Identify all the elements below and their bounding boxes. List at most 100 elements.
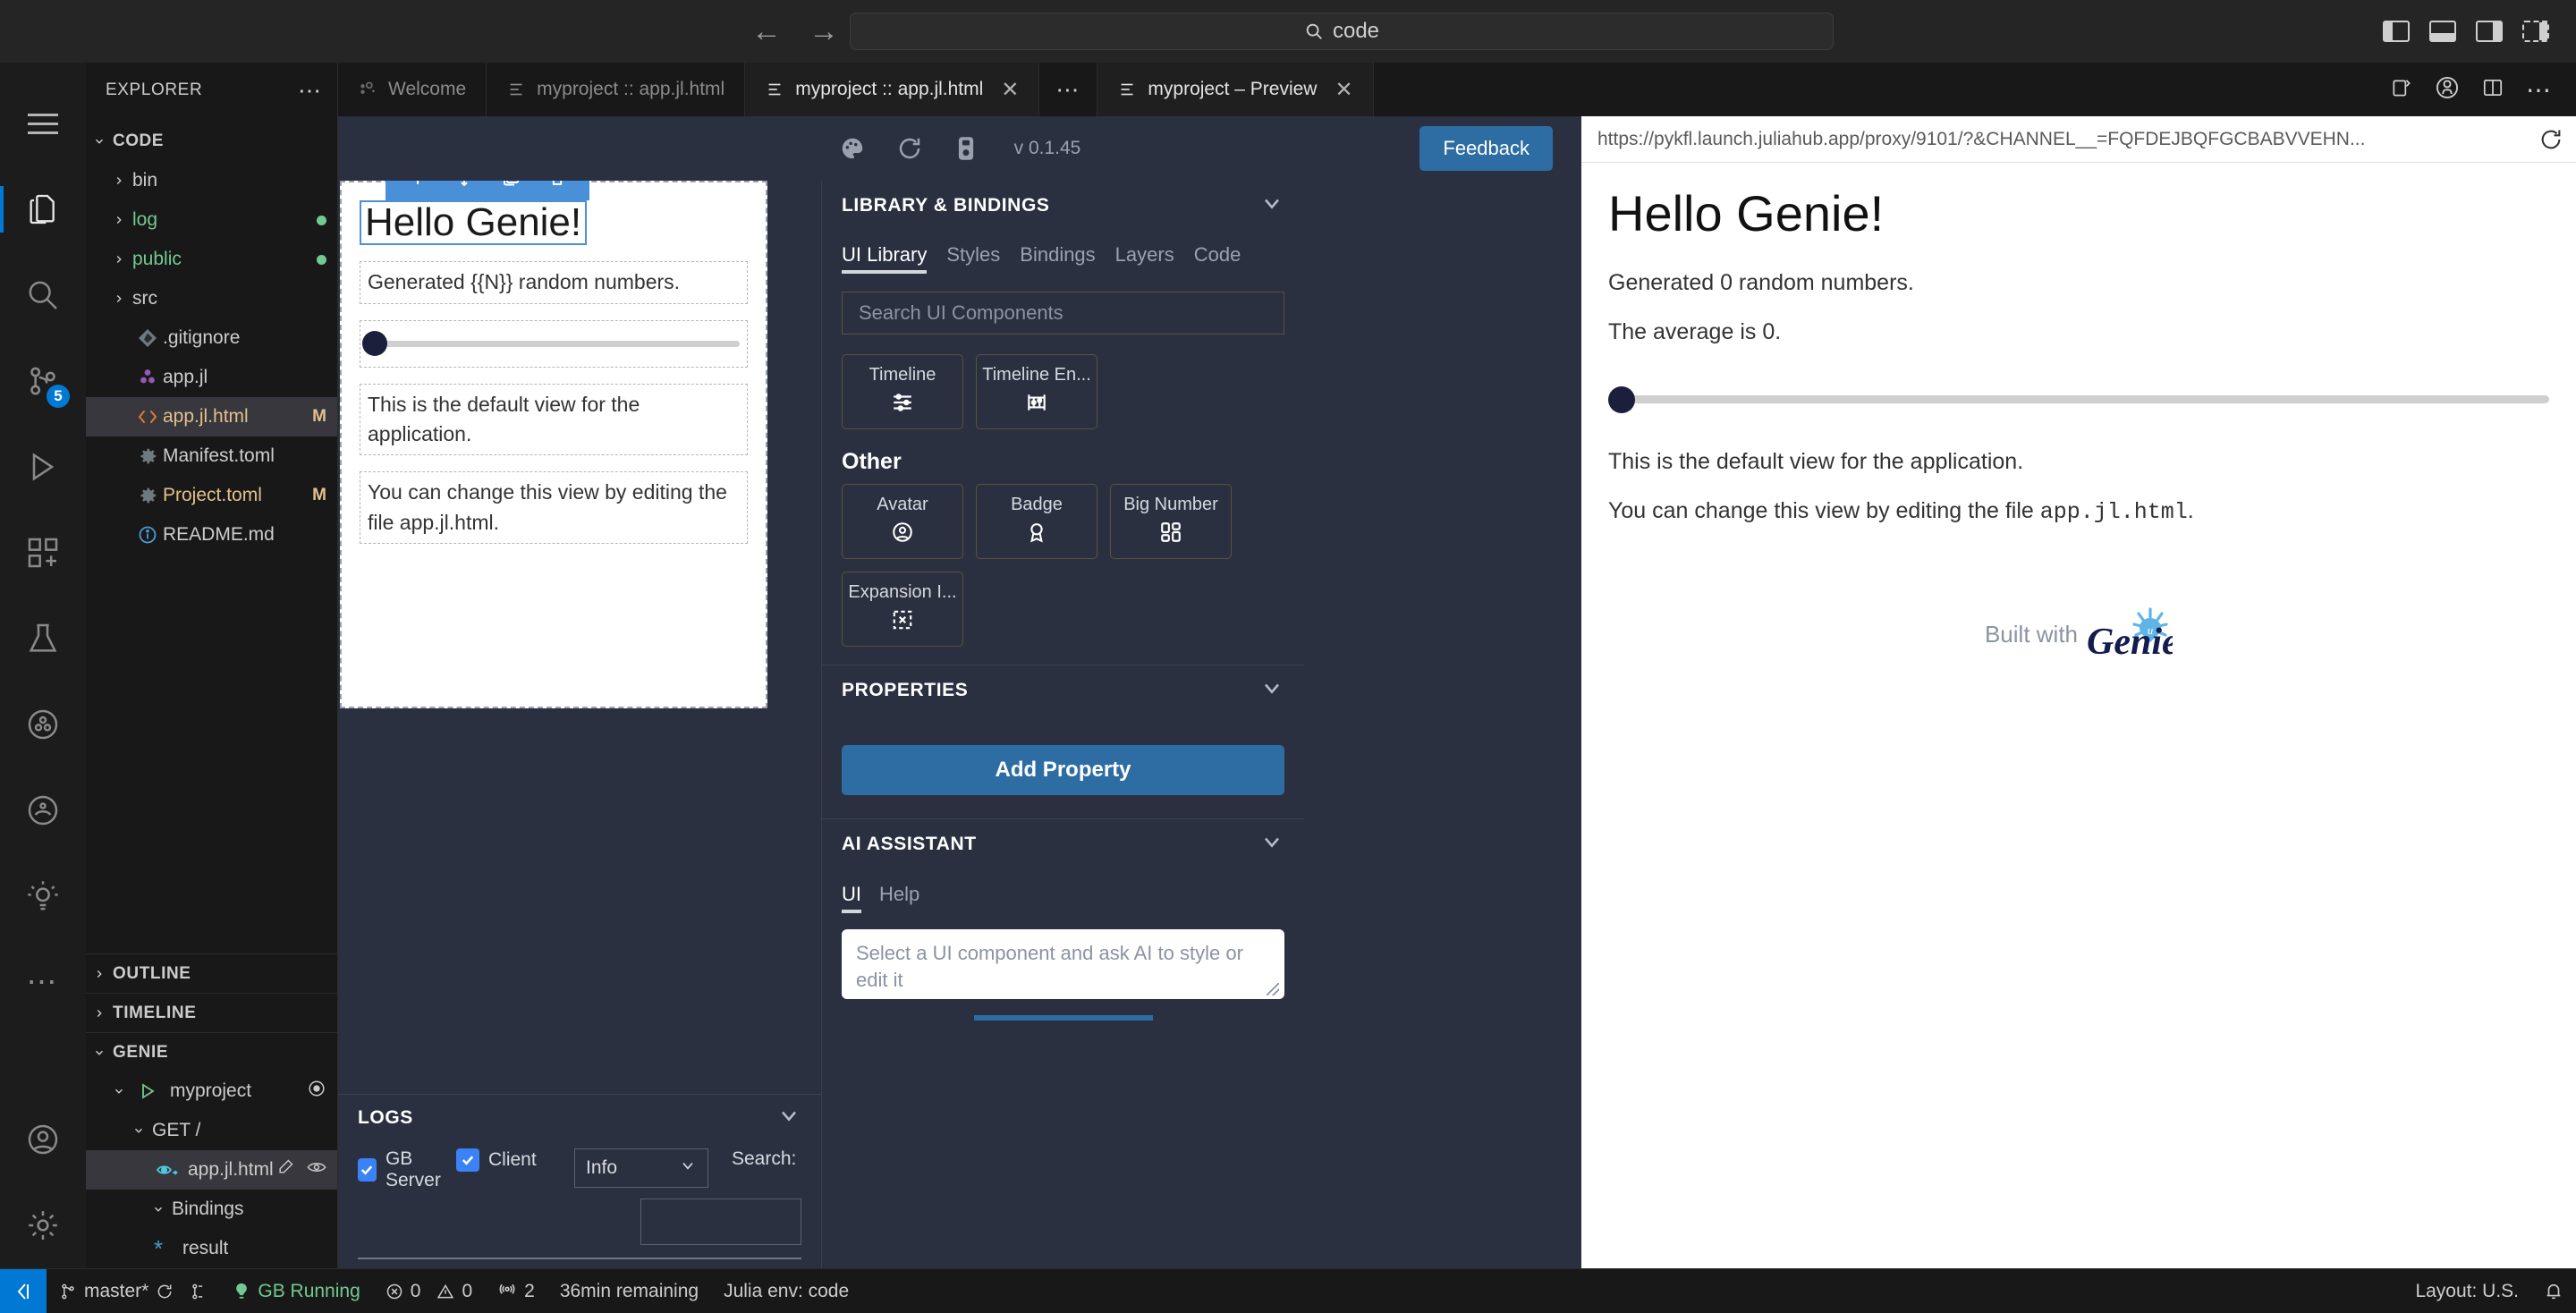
component-avatar[interactable]: Avatar	[842, 484, 963, 559]
sidebar-item-extensions[interactable]	[0, 510, 86, 596]
library-bindings-header[interactable]: LIBRARY & BINDINGS	[822, 181, 1304, 231]
tree-item-project-toml[interactable]: Project.toml M	[86, 476, 337, 515]
pencil-icon[interactable]	[276, 1158, 294, 1182]
tab-app-jl-html-1[interactable]: myproject :: app.jl.html	[487, 63, 746, 116]
chevron-down-icon[interactable]	[776, 1103, 801, 1133]
tree-item-app-jl[interactable]: app.jl	[86, 358, 337, 397]
arrow-up-icon[interactable]	[394, 181, 441, 195]
status-remaining[interactable]: 36min remaining	[547, 1269, 711, 1313]
sidebar-item-run-and-debug[interactable]	[0, 424, 86, 510]
genie-page-app-jl-html[interactable]: app.jl.html	[86, 1150, 337, 1190]
sidebar-item-search[interactable]	[0, 252, 86, 338]
tab-code[interactable]: Code	[1194, 243, 1241, 274]
genie-binding-result[interactable]: * result	[86, 1229, 337, 1268]
toggle-primary-sidebar-icon[interactable]	[2383, 21, 2410, 42]
log-level-select[interactable]: Info	[574, 1148, 708, 1188]
ai-assistant-header[interactable]: AI ASSISTANT	[822, 818, 1304, 868]
component-big-number[interactable]: Big Number	[1110, 484, 1232, 559]
checkbox-client[interactable]	[456, 1148, 479, 1172]
sidebar-item-more-views[interactable]: ⋯	[0, 939, 86, 1025]
tree-item-gitignore[interactable]: .gitignore	[86, 318, 337, 358]
tree-item-src[interactable]: src	[86, 279, 337, 318]
layout-icon[interactable]	[2481, 76, 2504, 104]
chevron-down-icon[interactable]	[1259, 191, 1284, 221]
status-gb-running[interactable]: GB Running	[220, 1269, 372, 1313]
toggle-secondary-sidebar-icon[interactable]	[2476, 21, 2503, 42]
feedback-button[interactable]: Feedback	[1419, 126, 1553, 171]
remote-window-icon[interactable]	[0, 1268, 47, 1313]
tree-item-app-jl-html[interactable]: app.jl.html M	[86, 397, 337, 436]
tab-myproject-preview[interactable]: myproject – Preview ✕	[1097, 63, 1374, 116]
arrow-left-icon[interactable]: ←	[751, 16, 782, 47]
canvas-block-default-view[interactable]: This is the default view for the applica…	[360, 383, 748, 456]
tree-item-log[interactable]: log	[86, 200, 337, 240]
preview-slider[interactable]	[1608, 385, 2549, 413]
status-julia-env[interactable]: Julia env: code	[711, 1269, 861, 1313]
tab-bindings[interactable]: Bindings	[1020, 243, 1095, 274]
component-timeline-entry[interactable]: Timeline En...	[976, 354, 1097, 429]
github-icon[interactable]	[2435, 75, 2460, 105]
canvas-block-change-view[interactable]: You can change this view by editing the …	[360, 471, 748, 544]
sidebar-item-julia-plots[interactable]	[0, 682, 86, 767]
sidebar-item-source-control[interactable]: 5	[0, 338, 86, 424]
tree-root-code[interactable]: CODE	[86, 122, 337, 161]
logs-search-input[interactable]	[640, 1199, 801, 1245]
properties-header[interactable]: PROPERTIES	[822, 665, 1304, 715]
status-keyboard-layout[interactable]: Layout: U.S.	[2402, 1269, 2531, 1313]
slider-thumb[interactable]	[362, 331, 387, 357]
status-problems[interactable]: 0 0	[373, 1269, 485, 1313]
tab-ai-ui[interactable]: UI	[842, 883, 861, 913]
record-icon[interactable]	[307, 1079, 326, 1104]
customize-layout-icon[interactable]	[2522, 21, 2549, 42]
arrow-right-icon[interactable]: →	[809, 16, 839, 47]
trash-icon[interactable]	[534, 181, 580, 195]
genie-bindings[interactable]: Bindings	[86, 1190, 337, 1229]
toggle-panel-icon[interactable]	[2429, 21, 2456, 42]
status-ports[interactable]: 2	[485, 1269, 547, 1313]
logs-header[interactable]: LOGS	[338, 1095, 821, 1141]
hamburger-menu-icon[interactable]	[0, 80, 86, 166]
tab-app-jl-html-2[interactable]: myproject :: app.jl.html ✕	[745, 63, 1040, 116]
component-expansion-item[interactable]: Expansion I...	[842, 572, 963, 647]
settings-button[interactable]	[0, 1182, 86, 1268]
split-editor-icon[interactable]	[2390, 76, 2413, 104]
tab-welcome[interactable]: Welcome	[338, 63, 487, 116]
close-icon[interactable]: ✕	[1335, 77, 1352, 103]
tree-item-readme-md[interactable]: README.md	[86, 515, 337, 555]
copy-icon[interactable]	[487, 181, 534, 195]
slider-thumb[interactable]	[1608, 385, 1635, 413]
genie-project-myproject[interactable]: myproject	[86, 1072, 337, 1111]
sidebar-item-testing[interactable]	[0, 596, 86, 682]
canvas-block-generated[interactable]: Generated {{N}} random numbers.	[360, 261, 748, 304]
preview-url[interactable]: https://pykfl.launch.juliahub.app/proxy/…	[1597, 129, 2528, 150]
command-center-search[interactable]: code	[850, 13, 1834, 50]
sidebar-item-genie-builder[interactable]	[0, 853, 86, 939]
ellipsis-icon[interactable]: ⋯	[298, 77, 323, 105]
sidebar-item-explorer[interactable]	[0, 166, 86, 252]
move-icon[interactable]	[441, 181, 487, 195]
eye-icon[interactable]	[307, 1159, 326, 1181]
ellipsis-icon[interactable]: ⋯	[2526, 75, 2553, 105]
chevron-down-icon[interactable]	[1259, 675, 1284, 706]
tree-item-bin[interactable]: bin	[86, 161, 337, 200]
reload-icon[interactable]	[2538, 127, 2563, 152]
tab-ai-help[interactable]: Help	[879, 883, 919, 913]
ai-send-button[interactable]	[973, 1015, 1153, 1021]
save-icon[interactable]	[953, 135, 979, 162]
play-icon[interactable]	[132, 1082, 163, 1100]
panel-outline[interactable]: OUTLINE	[86, 953, 337, 993]
status-branch[interactable]: master*	[47, 1269, 220, 1313]
tree-item-manifest-toml[interactable]: Manifest.toml	[86, 436, 337, 476]
editor-tab-overflow[interactable]: ⋯	[1039, 63, 1097, 116]
chevron-down-icon[interactable]	[1259, 829, 1284, 860]
canvas-slider[interactable]	[360, 319, 748, 368]
panel-genie[interactable]: GENIE	[86, 1032, 337, 1072]
checkbox-gb-server[interactable]	[358, 1158, 377, 1182]
add-property-button[interactable]: Add Property	[842, 745, 1284, 795]
sidebar-item-julia-workspace[interactable]	[0, 767, 86, 853]
component-badge[interactable]: Badge	[976, 484, 1097, 559]
component-timeline[interactable]: Timeline	[842, 354, 963, 429]
design-canvas[interactable]: Hello Genie! Generated {{N}} random numb…	[340, 181, 767, 708]
tree-item-public[interactable]: public	[86, 240, 337, 279]
refresh-icon[interactable]	[896, 135, 923, 162]
